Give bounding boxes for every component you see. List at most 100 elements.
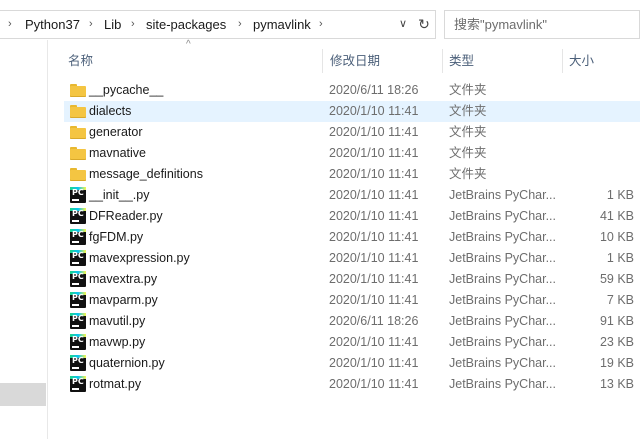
folder-icon bbox=[70, 125, 86, 139]
file-date: 2020/1/10 11:41 bbox=[329, 104, 419, 118]
file-name: rotmat.py bbox=[89, 377, 142, 391]
folder-icon bbox=[70, 83, 86, 97]
file-name: fgFDM.py bbox=[89, 230, 144, 244]
file-date: 2020/1/10 11:41 bbox=[329, 335, 419, 349]
file-type: JetBrains PyChar... bbox=[449, 209, 556, 223]
file-type: JetBrains PyChar... bbox=[449, 314, 556, 328]
navigation-selected-item[interactable] bbox=[0, 383, 46, 406]
navigation-pane[interactable] bbox=[0, 40, 48, 439]
file-row[interactable]: mavnative 2020/1/10 11:41 文件夹 bbox=[64, 143, 640, 164]
file-row[interactable]: PC DFReader.py 2020/1/10 11:41 JetBrains Py… bbox=[64, 206, 640, 227]
file-date: 2020/1/10 11:41 bbox=[329, 146, 419, 160]
file-name: mavwp.py bbox=[89, 335, 146, 349]
pycharm-file-icon: PC bbox=[70, 187, 86, 203]
file-date: 2020/1/10 11:41 bbox=[329, 293, 419, 307]
file-type: JetBrains PyChar... bbox=[449, 356, 556, 370]
address-dropdown-icon[interactable]: ∨ bbox=[394, 11, 412, 38]
file-row[interactable]: PC rotmat.py 2020/1/10 11:41 JetBrains PyCh… bbox=[64, 374, 640, 395]
pycharm-file-icon: PC bbox=[70, 250, 86, 266]
file-date: 2020/1/10 11:41 bbox=[329, 377, 419, 391]
file-row[interactable]: PC quaternion.py 2020/1/10 11:41 JetBrains … bbox=[64, 353, 640, 374]
file-date: 2020/1/10 11:41 bbox=[329, 188, 419, 202]
file-size: 59 KB bbox=[599, 272, 634, 286]
file-name: message_definitions bbox=[89, 167, 203, 181]
file-row[interactable]: dialects 2020/1/10 11:41 文件夹 bbox=[64, 101, 640, 122]
column-divider[interactable] bbox=[322, 49, 323, 73]
file-date: 2020/1/10 11:41 bbox=[329, 230, 419, 244]
file-date: 2020/1/10 11:41 bbox=[329, 209, 419, 223]
pycharm-file-icon: PC bbox=[70, 208, 86, 224]
file-name: generator bbox=[89, 125, 143, 139]
file-type: 文件夹 bbox=[449, 167, 487, 181]
file-row[interactable]: PC mavexpression.py 2020/1/10 11:41 JetBrai… bbox=[64, 248, 640, 269]
file-size: 19 KB bbox=[599, 356, 634, 370]
column-divider[interactable] bbox=[442, 49, 443, 73]
breadcrumb-lib[interactable]: Lib bbox=[104, 11, 121, 38]
search-input[interactable]: 搜索"pymavlink" bbox=[454, 11, 547, 38]
sort-ascending-icon: ^ bbox=[186, 39, 191, 50]
pycharm-file-icon: PC bbox=[70, 292, 86, 308]
breadcrumb-separator[interactable]: › bbox=[8, 11, 12, 38]
file-type: 文件夹 bbox=[449, 125, 487, 139]
column-header-name[interactable]: 名称 bbox=[68, 49, 93, 73]
column-header-type[interactable]: 类型 bbox=[449, 49, 474, 73]
file-name: quaternion.py bbox=[89, 356, 165, 370]
file-type: JetBrains PyChar... bbox=[449, 188, 556, 202]
file-date: 2020/1/10 11:41 bbox=[329, 272, 419, 286]
file-date: 2020/6/11 18:26 bbox=[329, 83, 419, 97]
file-size: 10 KB bbox=[599, 230, 634, 244]
file-date: 2020/1/10 11:41 bbox=[329, 167, 419, 181]
file-row[interactable]: PC mavparm.py 2020/1/10 11:41 JetBrains PyC… bbox=[64, 290, 640, 311]
breadcrumb-pymavlink[interactable]: pymavlink bbox=[253, 11, 311, 38]
file-size: 13 KB bbox=[599, 377, 634, 391]
column-header-date[interactable]: 修改日期 bbox=[330, 49, 380, 73]
file-type: JetBrains PyChar... bbox=[449, 251, 556, 265]
breadcrumb-site-packages[interactable]: site-packages bbox=[146, 11, 226, 38]
file-type: 文件夹 bbox=[449, 146, 487, 160]
folder-icon bbox=[70, 104, 86, 118]
file-row[interactable]: message_definitions 2020/1/10 11:41 文件夹 bbox=[64, 164, 640, 185]
file-type: JetBrains PyChar... bbox=[449, 272, 556, 286]
pycharm-file-icon: PC bbox=[70, 376, 86, 392]
file-name: mavextra.py bbox=[89, 272, 158, 286]
search-box[interactable]: 搜索"pymavlink" bbox=[444, 10, 640, 39]
file-size: 91 KB bbox=[599, 314, 634, 328]
breadcrumb-python37[interactable]: Python37 bbox=[25, 11, 80, 38]
column-header-size[interactable]: 大小 bbox=[569, 49, 594, 73]
file-name: __pycache__ bbox=[89, 83, 164, 97]
breadcrumb-separator[interactable]: › bbox=[131, 11, 135, 38]
file-size: 1 KB bbox=[606, 188, 634, 202]
file-name: mavparm.py bbox=[89, 293, 158, 307]
refresh-icon[interactable]: ↻ bbox=[414, 11, 434, 38]
file-type: JetBrains PyChar... bbox=[449, 377, 556, 391]
breadcrumb-separator[interactable]: › bbox=[238, 11, 242, 38]
file-row[interactable]: __pycache__ 2020/6/11 18:26 文件夹 bbox=[64, 80, 640, 101]
file-name: __init__.py bbox=[89, 188, 150, 202]
file-type: JetBrains PyChar... bbox=[449, 335, 556, 349]
pycharm-file-icon: PC bbox=[70, 229, 86, 245]
file-name: mavexpression.py bbox=[89, 251, 190, 265]
file-type: 文件夹 bbox=[449, 104, 487, 118]
file-name: DFReader.py bbox=[89, 209, 163, 223]
file-type: JetBrains PyChar... bbox=[449, 293, 556, 307]
file-name: mavutil.py bbox=[89, 314, 146, 328]
breadcrumb-separator[interactable]: › bbox=[319, 11, 323, 38]
folder-icon bbox=[70, 146, 86, 160]
pycharm-file-icon: PC bbox=[70, 355, 86, 371]
file-name: dialects bbox=[89, 104, 132, 118]
file-row[interactable]: PC mavutil.py 2020/6/11 18:26 JetBrains PyC… bbox=[64, 311, 640, 332]
address-bar[interactable]: › Python37 › Lib › site-packages › pymav… bbox=[0, 10, 436, 39]
pycharm-file-icon: PC bbox=[70, 271, 86, 287]
file-row[interactable]: PC mavwp.py 2020/1/10 11:41 JetBrains PyCha… bbox=[64, 332, 640, 353]
file-row[interactable]: PC mavextra.py 2020/1/10 11:41 JetBrains Py… bbox=[64, 269, 640, 290]
file-date: 2020/6/11 18:26 bbox=[329, 314, 419, 328]
folder-icon bbox=[70, 167, 86, 181]
file-row[interactable]: generator 2020/1/10 11:41 文件夹 bbox=[64, 122, 640, 143]
file-name: mavnative bbox=[89, 146, 146, 160]
file-row[interactable]: PC __init__.py 2020/1/10 11:41 JetBrains Py… bbox=[64, 185, 640, 206]
column-divider[interactable] bbox=[562, 49, 563, 73]
breadcrumb-separator[interactable]: › bbox=[89, 11, 93, 38]
file-row[interactable]: PC fgFDM.py 2020/1/10 11:41 JetBrains PyCha… bbox=[64, 227, 640, 248]
file-date: 2020/1/10 11:41 bbox=[329, 251, 419, 265]
file-size: 41 KB bbox=[599, 209, 634, 223]
